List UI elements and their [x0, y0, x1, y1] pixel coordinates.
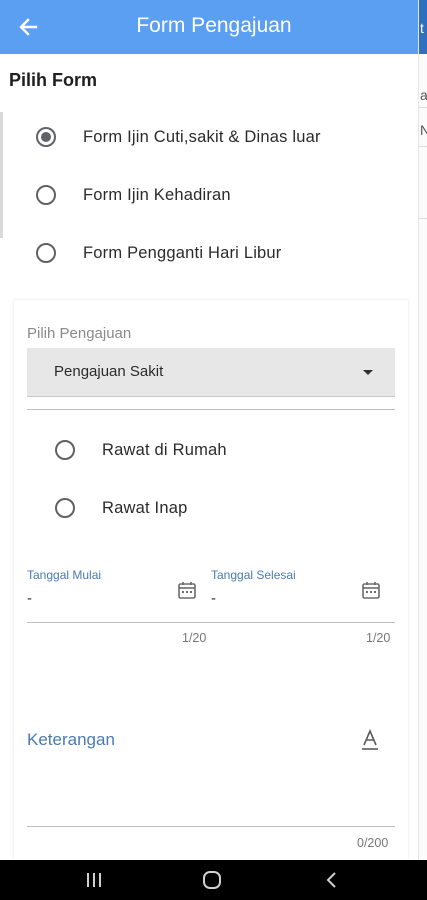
- edge-text: N: [420, 122, 427, 138]
- text-format-icon[interactable]: [360, 729, 380, 751]
- radio-button[interactable]: [36, 243, 56, 263]
- radio-label: Form Pengganti Hari Libur: [83, 243, 282, 262]
- system-nav-bar: [0, 860, 427, 900]
- edge-text: a: [420, 87, 427, 103]
- radio-label: Rawat di Rumah: [102, 440, 227, 459]
- radio-button-selected[interactable]: [36, 127, 56, 147]
- dropdown-value: Pengajuan Sakit: [54, 363, 164, 380]
- radio-button[interactable]: [55, 440, 75, 460]
- radio-form-ijin-cuti[interactable]: Form Ijin Cuti,sakit & Dinas luar: [36, 122, 321, 152]
- tanggal-mulai-value: -: [27, 590, 32, 607]
- divider: [27, 409, 395, 410]
- tanggal-mulai-label: Tanggal Mulai: [27, 568, 102, 582]
- tanggal-mulai-field[interactable]: Tanggal Mulai -: [27, 568, 197, 622]
- recents-icon: [87, 873, 101, 887]
- caret-down-icon: [363, 370, 373, 375]
- radio-rawat-inap[interactable]: Rawat Inap: [55, 493, 187, 523]
- radio-button[interactable]: [36, 185, 56, 205]
- tanggal-selesai-value: -: [211, 590, 216, 607]
- section-heading: Pilih Form: [9, 70, 98, 90]
- keterangan-counter: 0/200: [357, 836, 389, 850]
- edge-text: t: [420, 20, 424, 36]
- radio-button[interactable]: [55, 498, 75, 518]
- page-title: Form Pengajuan: [136, 14, 292, 37]
- date-divider: [27, 622, 395, 623]
- background-screen-edge: t a N: [418, 0, 427, 860]
- pengajuan-label: Pilih Pengajuan: [27, 325, 132, 342]
- recents-button[interactable]: [82, 870, 106, 890]
- keterangan-input-line[interactable]: [27, 826, 395, 827]
- edge-divider: [419, 218, 427, 219]
- home-icon: [203, 871, 221, 889]
- tanggal-selesai-field[interactable]: Tanggal Selesai -: [211, 568, 381, 622]
- radio-rawat-di-rumah[interactable]: Rawat di Rumah: [55, 435, 227, 465]
- chevron-left-icon: [326, 872, 336, 888]
- home-button[interactable]: [200, 870, 224, 890]
- radio-label: Rawat Inap: [102, 498, 188, 517]
- radio-form-pengganti-hari-libur[interactable]: Form Pengganti Hari Libur: [36, 238, 282, 268]
- edge-divider: [419, 146, 427, 147]
- calendar-icon[interactable]: [177, 580, 197, 600]
- nav-back-button[interactable]: [320, 870, 344, 890]
- radio-label: Form Ijin Kehadiran: [83, 185, 231, 204]
- calendar-icon[interactable]: [361, 580, 381, 600]
- radio-label: Form Ijin Cuti,sakit & Dinas luar: [83, 127, 321, 146]
- app-bar: Form Pengajuan: [0, 0, 418, 54]
- tanggal-selesai-counter: 1/20: [366, 631, 391, 645]
- pengajuan-dropdown[interactable]: Pengajuan Sakit: [27, 348, 395, 397]
- radio-form-ijin-kehadiran[interactable]: Form Ijin Kehadiran: [36, 180, 231, 210]
- tanggal-selesai-label: Tanggal Selesai: [211, 568, 296, 582]
- tanggal-mulai-counter: 1/20: [182, 631, 207, 645]
- edge-divider: [419, 107, 427, 108]
- keterangan-label: Keterangan: [27, 730, 115, 749]
- scroll-edge-indicator: [0, 112, 3, 238]
